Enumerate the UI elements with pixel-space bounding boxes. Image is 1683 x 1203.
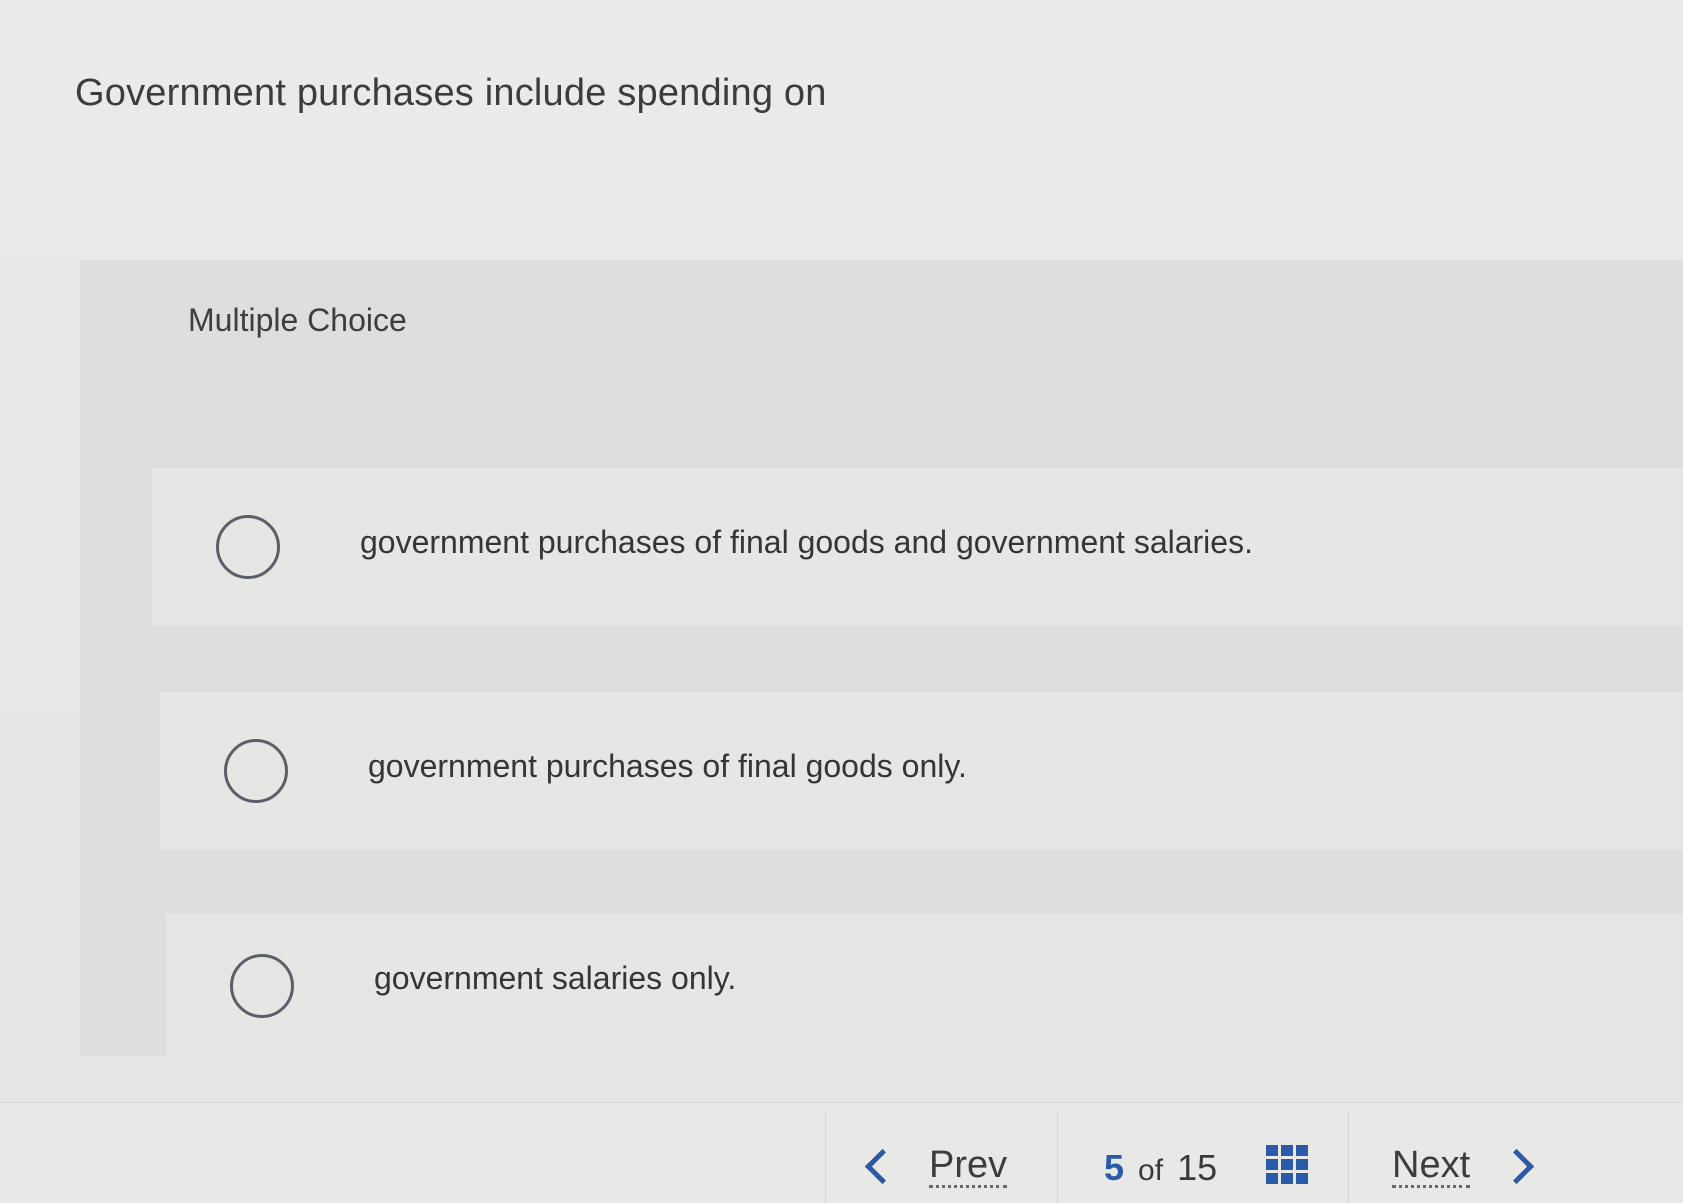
next-label: Next <box>1392 1144 1471 1188</box>
radio-button[interactable] <box>224 739 288 803</box>
choice-option-2[interactable]: government purchases of final goods only… <box>160 692 1683 850</box>
radio-button[interactable] <box>216 515 280 579</box>
question-counter: 5 of 15 <box>1104 1147 1217 1189</box>
choice-option-1[interactable]: government purchases of final goods and … <box>152 468 1683 626</box>
choice-option-text: government purchases of final goods and … <box>360 524 1253 560</box>
next-button[interactable]: Next <box>1392 1144 1535 1188</box>
grid-icon[interactable] <box>1266 1145 1310 1185</box>
choice-option-3[interactable]: government salaries only. <box>166 914 1683 1056</box>
current-question-number: 5 <box>1104 1147 1125 1188</box>
of-label: of <box>1138 1154 1164 1187</box>
choice-option-text: government purchases of final goods only… <box>368 748 967 784</box>
nav-divider <box>825 1111 826 1203</box>
radio-button[interactable] <box>230 954 294 1018</box>
question-navigation-bar: Prev 5 of 15 Next <box>0 1102 1683 1203</box>
chevron-left-icon <box>864 1148 901 1185</box>
quiz-page: Government purchases include spending on… <box>0 0 1683 1203</box>
nav-divider <box>1348 1111 1349 1203</box>
chevron-right-icon <box>1498 1148 1535 1185</box>
prev-label: Prev <box>929 1144 1008 1188</box>
nav-divider <box>1057 1111 1058 1203</box>
total-questions: 15 <box>1177 1147 1218 1188</box>
question-prompt: Government purchases include spending on <box>75 72 827 114</box>
multiple-choice-label: Multiple Choice <box>188 302 407 338</box>
choice-option-text: government salaries only. <box>374 960 737 996</box>
multiple-choice-panel: Multiple Choice government purchases of … <box>80 260 1683 1056</box>
prev-button[interactable]: Prev <box>864 1144 1008 1188</box>
